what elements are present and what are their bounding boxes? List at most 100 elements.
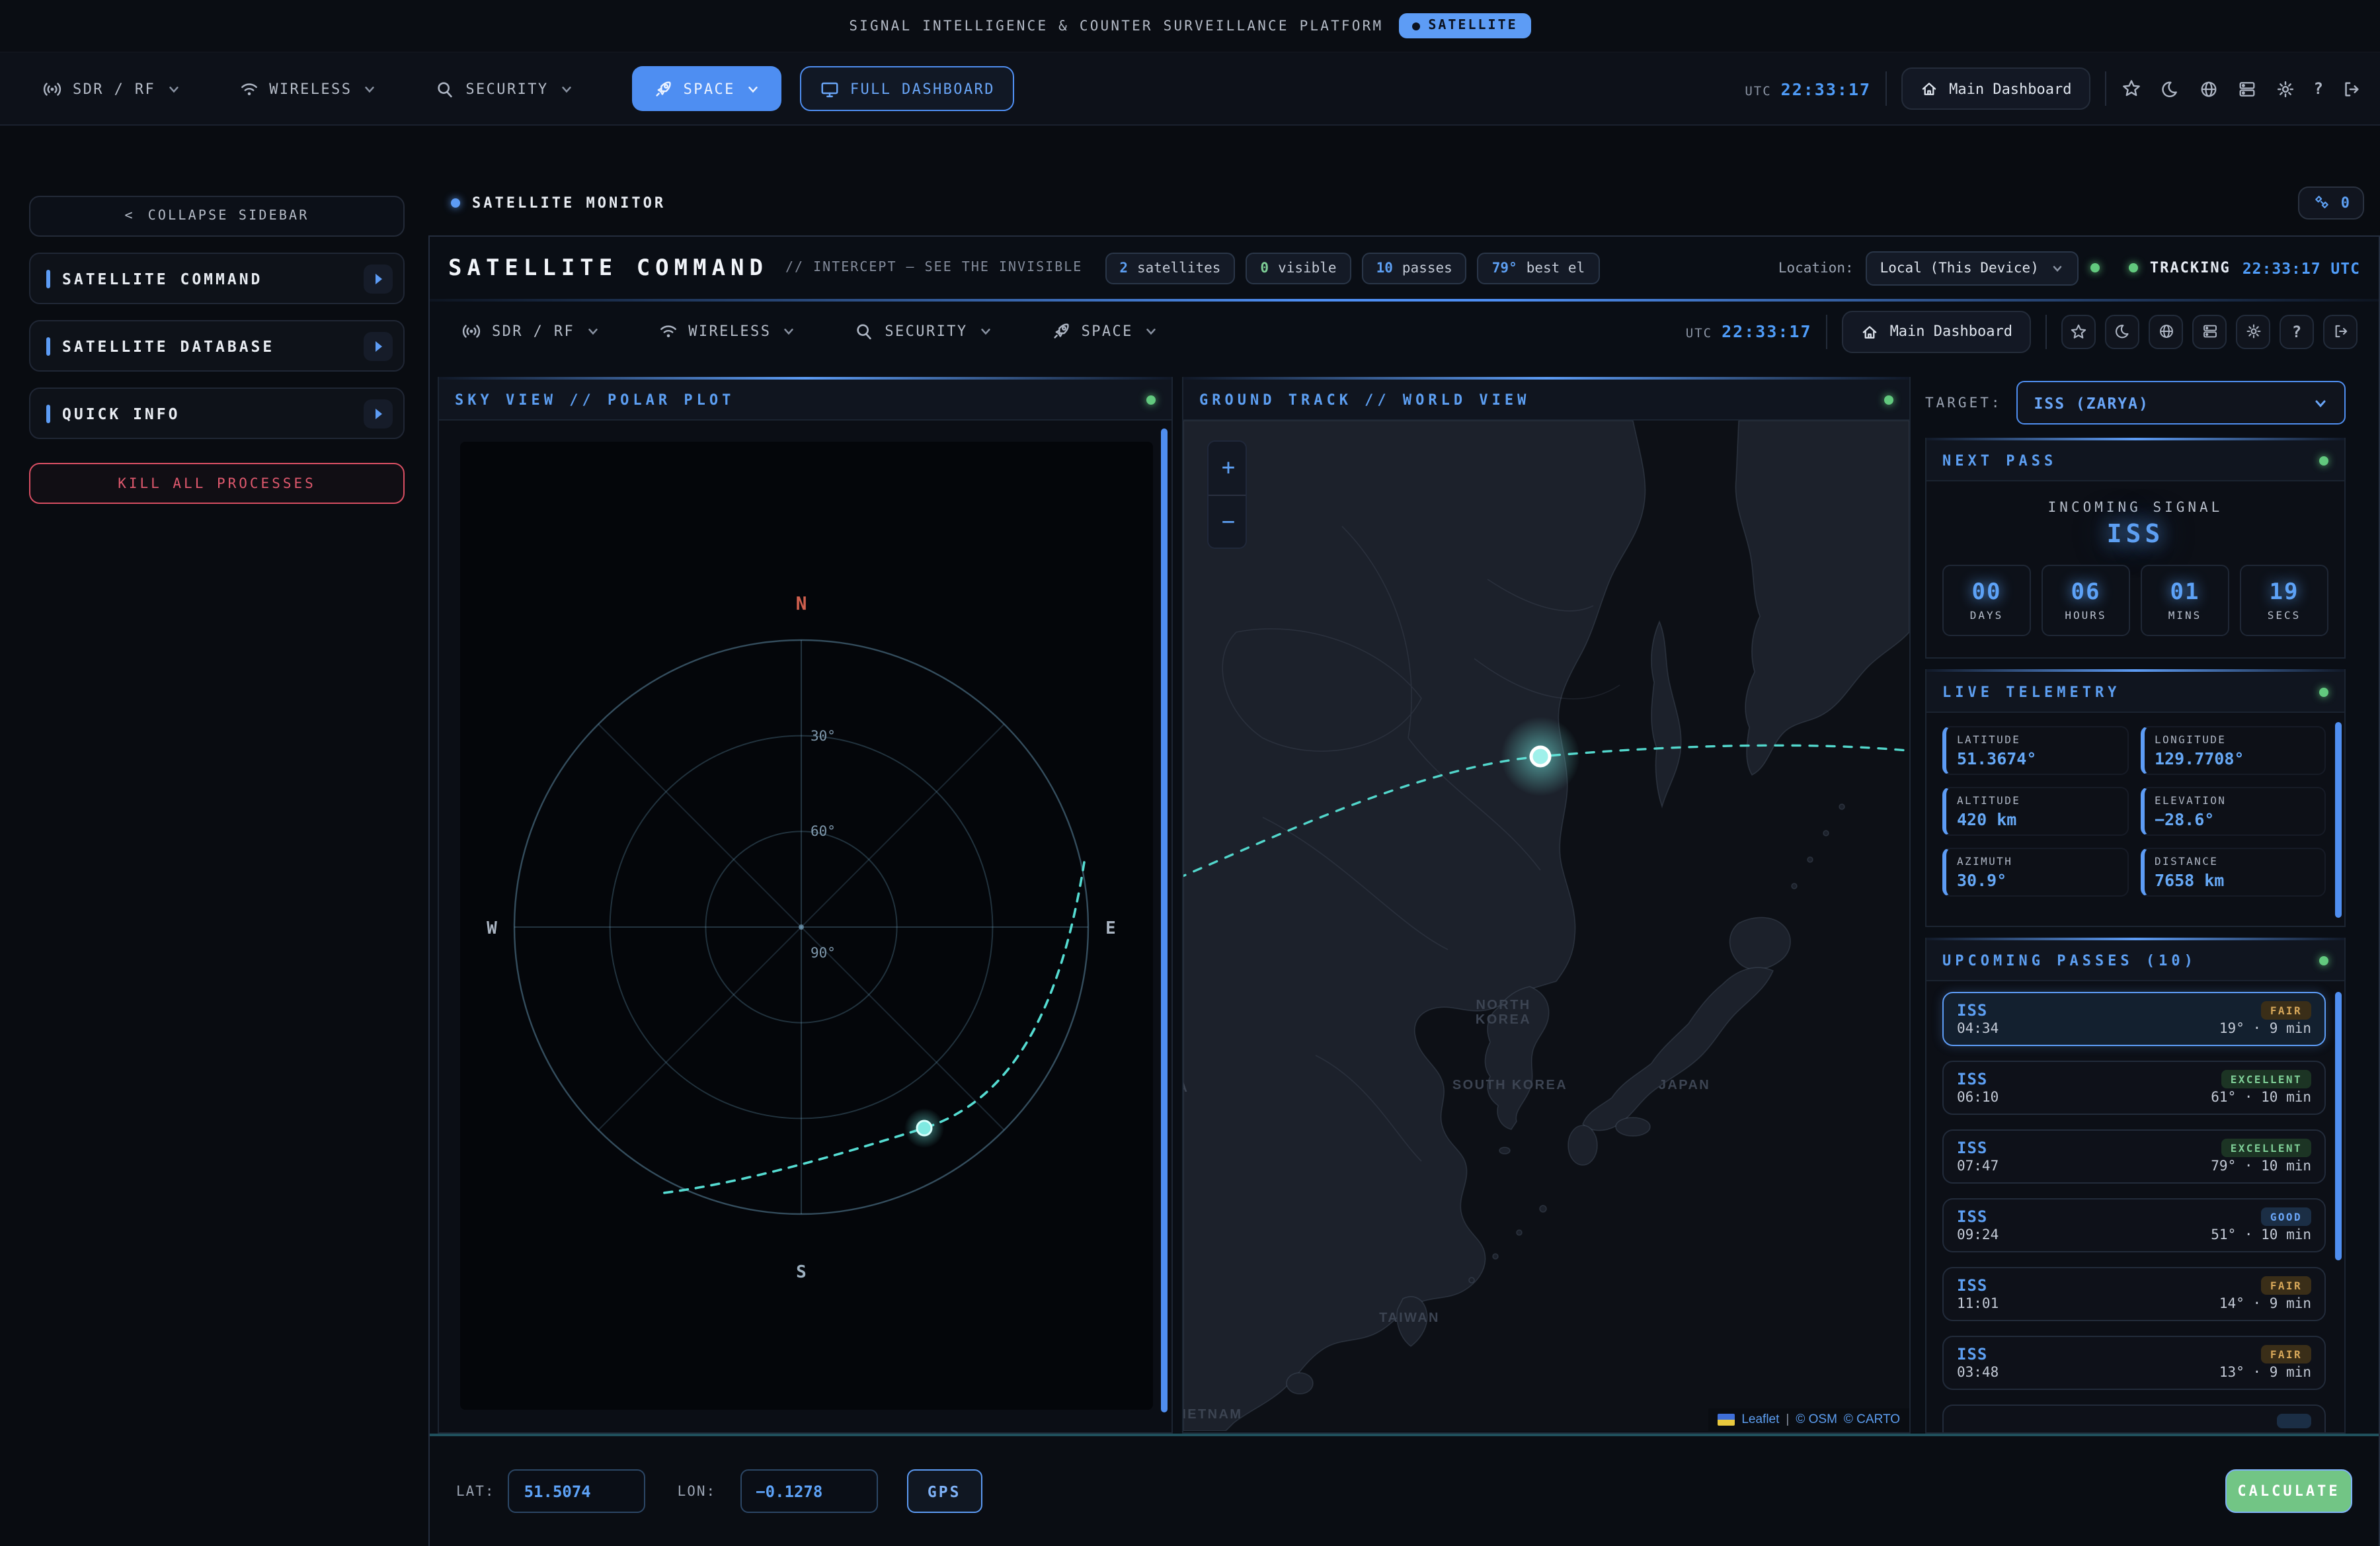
logout-icon[interactable] (2342, 79, 2361, 99)
expand-button[interactable] (364, 399, 393, 428)
quality-badge (2277, 1414, 2311, 1428)
pass-item[interactable]: ISSFAIR 11:0114° · 9 min (1942, 1267, 2326, 1321)
monitor-row: SATELLITE MONITOR 0 (428, 169, 2380, 235)
lat-input[interactable] (508, 1469, 646, 1513)
wifi-icon (239, 79, 258, 99)
subnav-item-security[interactable]: SECURITY (854, 321, 992, 341)
location-select[interactable]: Local (This Device) (1866, 251, 2079, 285)
telemetry-longitude: LONGITUDE129.7708° (2140, 726, 2326, 775)
subnav-item-space[interactable]: SPACE (1051, 321, 1158, 341)
world-map[interactable]: NORTH KOREA SOUTH KOREA JAPAN TAIWAN VIE… (1183, 421, 1909, 1431)
nav-item-sdr-rf[interactable]: SDR / RF (42, 79, 180, 99)
quality-badge: EXCELLENT (2221, 1070, 2311, 1088)
countdown-mins: 01MINS (2141, 565, 2229, 636)
map-label-vietnam: VIETNAM (1183, 1408, 1242, 1422)
zoom-out-button[interactable]: − (1209, 495, 1247, 548)
page-subtitle: // INTERCEPT – SEE THE INVISIBLE (785, 261, 1082, 275)
scrollbar-thumb[interactable] (2335, 722, 2342, 918)
accent-bar (46, 269, 50, 288)
pass-item[interactable]: ISSEXCELLENT 06:1061° · 10 min (1942, 1061, 2326, 1115)
badge-dot-icon (1412, 22, 1420, 30)
scrollbar-thumb[interactable] (2335, 992, 2342, 1260)
utc-clock: UTC 22:33:17 (1686, 321, 1812, 341)
server-icon[interactable] (2237, 79, 2257, 99)
star-icon[interactable] (2061, 314, 2096, 348)
telemetry-altitude: ALTITUDE420 km (1942, 787, 2128, 836)
leaflet-link[interactable]: Leaflet (1741, 1412, 1779, 1427)
wifi-icon (658, 321, 678, 341)
nav-item-security[interactable]: SECURITY (435, 79, 573, 99)
rocket-icon (1051, 321, 1071, 341)
nav-item-wireless[interactable]: WIRELESS (239, 79, 377, 99)
passes-count-badge: 10passes (1362, 252, 1467, 284)
globe-icon[interactable] (2149, 314, 2183, 348)
status-dot (2319, 687, 2328, 696)
lon-input[interactable] (740, 1469, 877, 1513)
sidebar-item-satellite-command[interactable]: SATELLITE COMMAND (29, 253, 405, 304)
telemetry-distance: DISTANCE7658 km (2140, 848, 2326, 897)
accent-bar (46, 404, 50, 423)
full-dashboard-button[interactable]: FULL DASHBOARD (800, 66, 1015, 111)
target-select[interactable]: ISS (ZARYA) (2017, 381, 2346, 425)
satellite-command-panel: SATELLITE COMMAND // INTERCEPT – SEE THE… (428, 235, 2380, 1546)
scrollbar-thumb[interactable] (1161, 428, 1168, 1412)
pass-item[interactable]: ISSEXCELLENT 07:4779° · 10 min (1942, 1129, 2326, 1184)
subnav-item-wireless[interactable]: WIRELESS (658, 321, 796, 341)
gear-icon[interactable] (2276, 79, 2295, 99)
elevation-60: 60° (811, 823, 836, 839)
nav-item-space[interactable]: SPACE (632, 66, 781, 111)
star-icon[interactable] (2121, 78, 2142, 99)
stats-badges: 2satellites 0visible 10passes 79°best el (1105, 252, 1599, 284)
divider (1827, 314, 1828, 348)
carto-link[interactable]: © CARTO (1844, 1412, 1900, 1427)
chevron-down-icon (166, 81, 180, 96)
tracking-status-dot (2129, 263, 2138, 272)
telemetry-header: LIVE TELEMETRY (1926, 672, 2344, 713)
map-label-fragment: IA (1183, 1081, 1189, 1096)
expand-button[interactable] (364, 264, 393, 293)
pass-item[interactable]: ISSFAIR 04:3419° · 9 min (1942, 992, 2326, 1046)
nav-icon-row: ? (2121, 78, 2361, 99)
kill-all-processes-button[interactable]: KILL ALL PROCESSES (29, 463, 405, 504)
map-label-south-korea: SOUTH KOREA (1452, 1078, 1567, 1093)
land-kyushu (1568, 1125, 1597, 1165)
zoom-in-button[interactable]: + (1209, 442, 1247, 495)
moon-icon[interactable] (2161, 79, 2180, 99)
expand-button[interactable] (364, 331, 393, 360)
quality-badge: FAIR (2261, 1001, 2311, 1020)
server-icon[interactable] (2192, 314, 2227, 348)
gps-button[interactable]: GPS (906, 1469, 982, 1513)
collapse-sidebar-button[interactable]: < COLLAPSE SIDEBAR (29, 196, 405, 237)
gear-icon[interactable] (2236, 314, 2270, 348)
incoming-signal-label: INCOMING SIGNAL (1926, 500, 2344, 516)
osm-link[interactable]: © OSM (1796, 1412, 1837, 1427)
satellite-link-badge[interactable]: 0 (2299, 186, 2364, 219)
sidebar-item-satellite-database[interactable]: SATELLITE DATABASE (29, 320, 405, 372)
telemetry-azimuth: AZIMUTH30.9° (1942, 848, 2128, 897)
logout-icon[interactable] (2323, 314, 2358, 348)
help-icon[interactable]: ? (2280, 314, 2314, 348)
location-label: Location: (1778, 260, 1854, 276)
sky-view-panel: SKY VIEW // POLAR PLOT (438, 377, 1173, 1434)
land-jeju (1499, 1147, 1510, 1154)
satellite-mode-badge: SATELLITE (1399, 13, 1530, 38)
chevron-down-icon (2051, 261, 2064, 274)
main-dashboard-button[interactable]: Main Dashboard (1843, 310, 2031, 352)
help-icon[interactable]: ? (2314, 79, 2323, 98)
subnav-item-sdr-rf[interactable]: SDR / RF (461, 321, 600, 341)
main-dashboard-button[interactable]: Main Dashboard (1901, 67, 2090, 110)
pass-item[interactable]: ISSFAIR 03:4813° · 9 min (1942, 1336, 2326, 1390)
pass-item-clipped[interactable] (1942, 1404, 2326, 1434)
divider (1885, 71, 1887, 106)
globe-icon[interactable] (2199, 79, 2219, 99)
moon-icon[interactable] (2105, 314, 2139, 348)
calculate-button[interactable]: CALCULATE (2225, 1469, 2352, 1513)
subnav-right-cluster: UTC 22:33:17 Main Dashboard ? (1686, 310, 2358, 352)
satellite-monitor-label: SATELLITE MONITOR (451, 194, 666, 211)
location-tracking-cluster: Location: Local (This Device) TRACKING 2… (1778, 251, 2360, 285)
pass-item[interactable]: ISSGOOD 09:2451° · 10 min (1942, 1198, 2326, 1252)
subnav-icon-row: ? (2061, 314, 2358, 348)
land-hainan (1287, 1373, 1313, 1394)
sidebar-item-quick-info[interactable]: QUICK INFO (29, 387, 405, 439)
chevron-down-icon (978, 324, 993, 339)
